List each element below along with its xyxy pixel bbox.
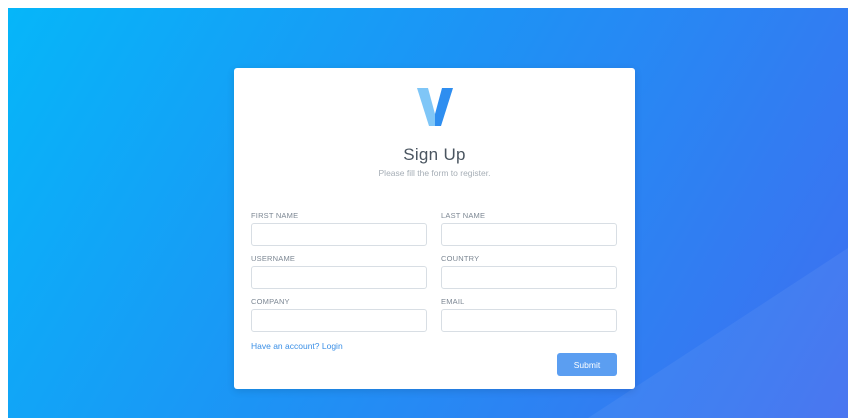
v-logo-icon: [416, 88, 453, 126]
last-name-input[interactable]: [441, 223, 617, 246]
last-name-label: LAST NAME: [441, 211, 486, 220]
submit-button[interactable]: Submit: [557, 353, 617, 376]
username-input[interactable]: [251, 266, 427, 289]
country-input[interactable]: [441, 266, 617, 289]
signup-card: Sign Up Please fill the form to register…: [234, 68, 635, 389]
username-group: USERNAME: [251, 254, 427, 289]
login-link[interactable]: Have an account? Login: [251, 341, 343, 351]
company-group: COMPANY: [251, 297, 427, 332]
first-name-input[interactable]: [251, 223, 427, 246]
username-label: USERNAME: [251, 254, 296, 263]
country-group: COUNTRY: [441, 254, 617, 289]
email-group: EMAIL: [441, 297, 617, 332]
brand-logo: [234, 88, 635, 128]
last-name-group: LAST NAME: [441, 211, 617, 246]
company-input[interactable]: [251, 309, 427, 332]
page-subtitle: Please fill the form to register.: [378, 168, 491, 178]
first-name-group: FIRST NAME: [251, 211, 427, 246]
email-label: EMAIL: [441, 297, 465, 306]
email-input[interactable]: [441, 309, 617, 332]
company-label: COMPANY: [251, 297, 290, 306]
country-label: COUNTRY: [441, 254, 480, 263]
first-name-label: FIRST NAME: [251, 211, 299, 220]
page-title: Sign Up: [403, 145, 466, 164]
